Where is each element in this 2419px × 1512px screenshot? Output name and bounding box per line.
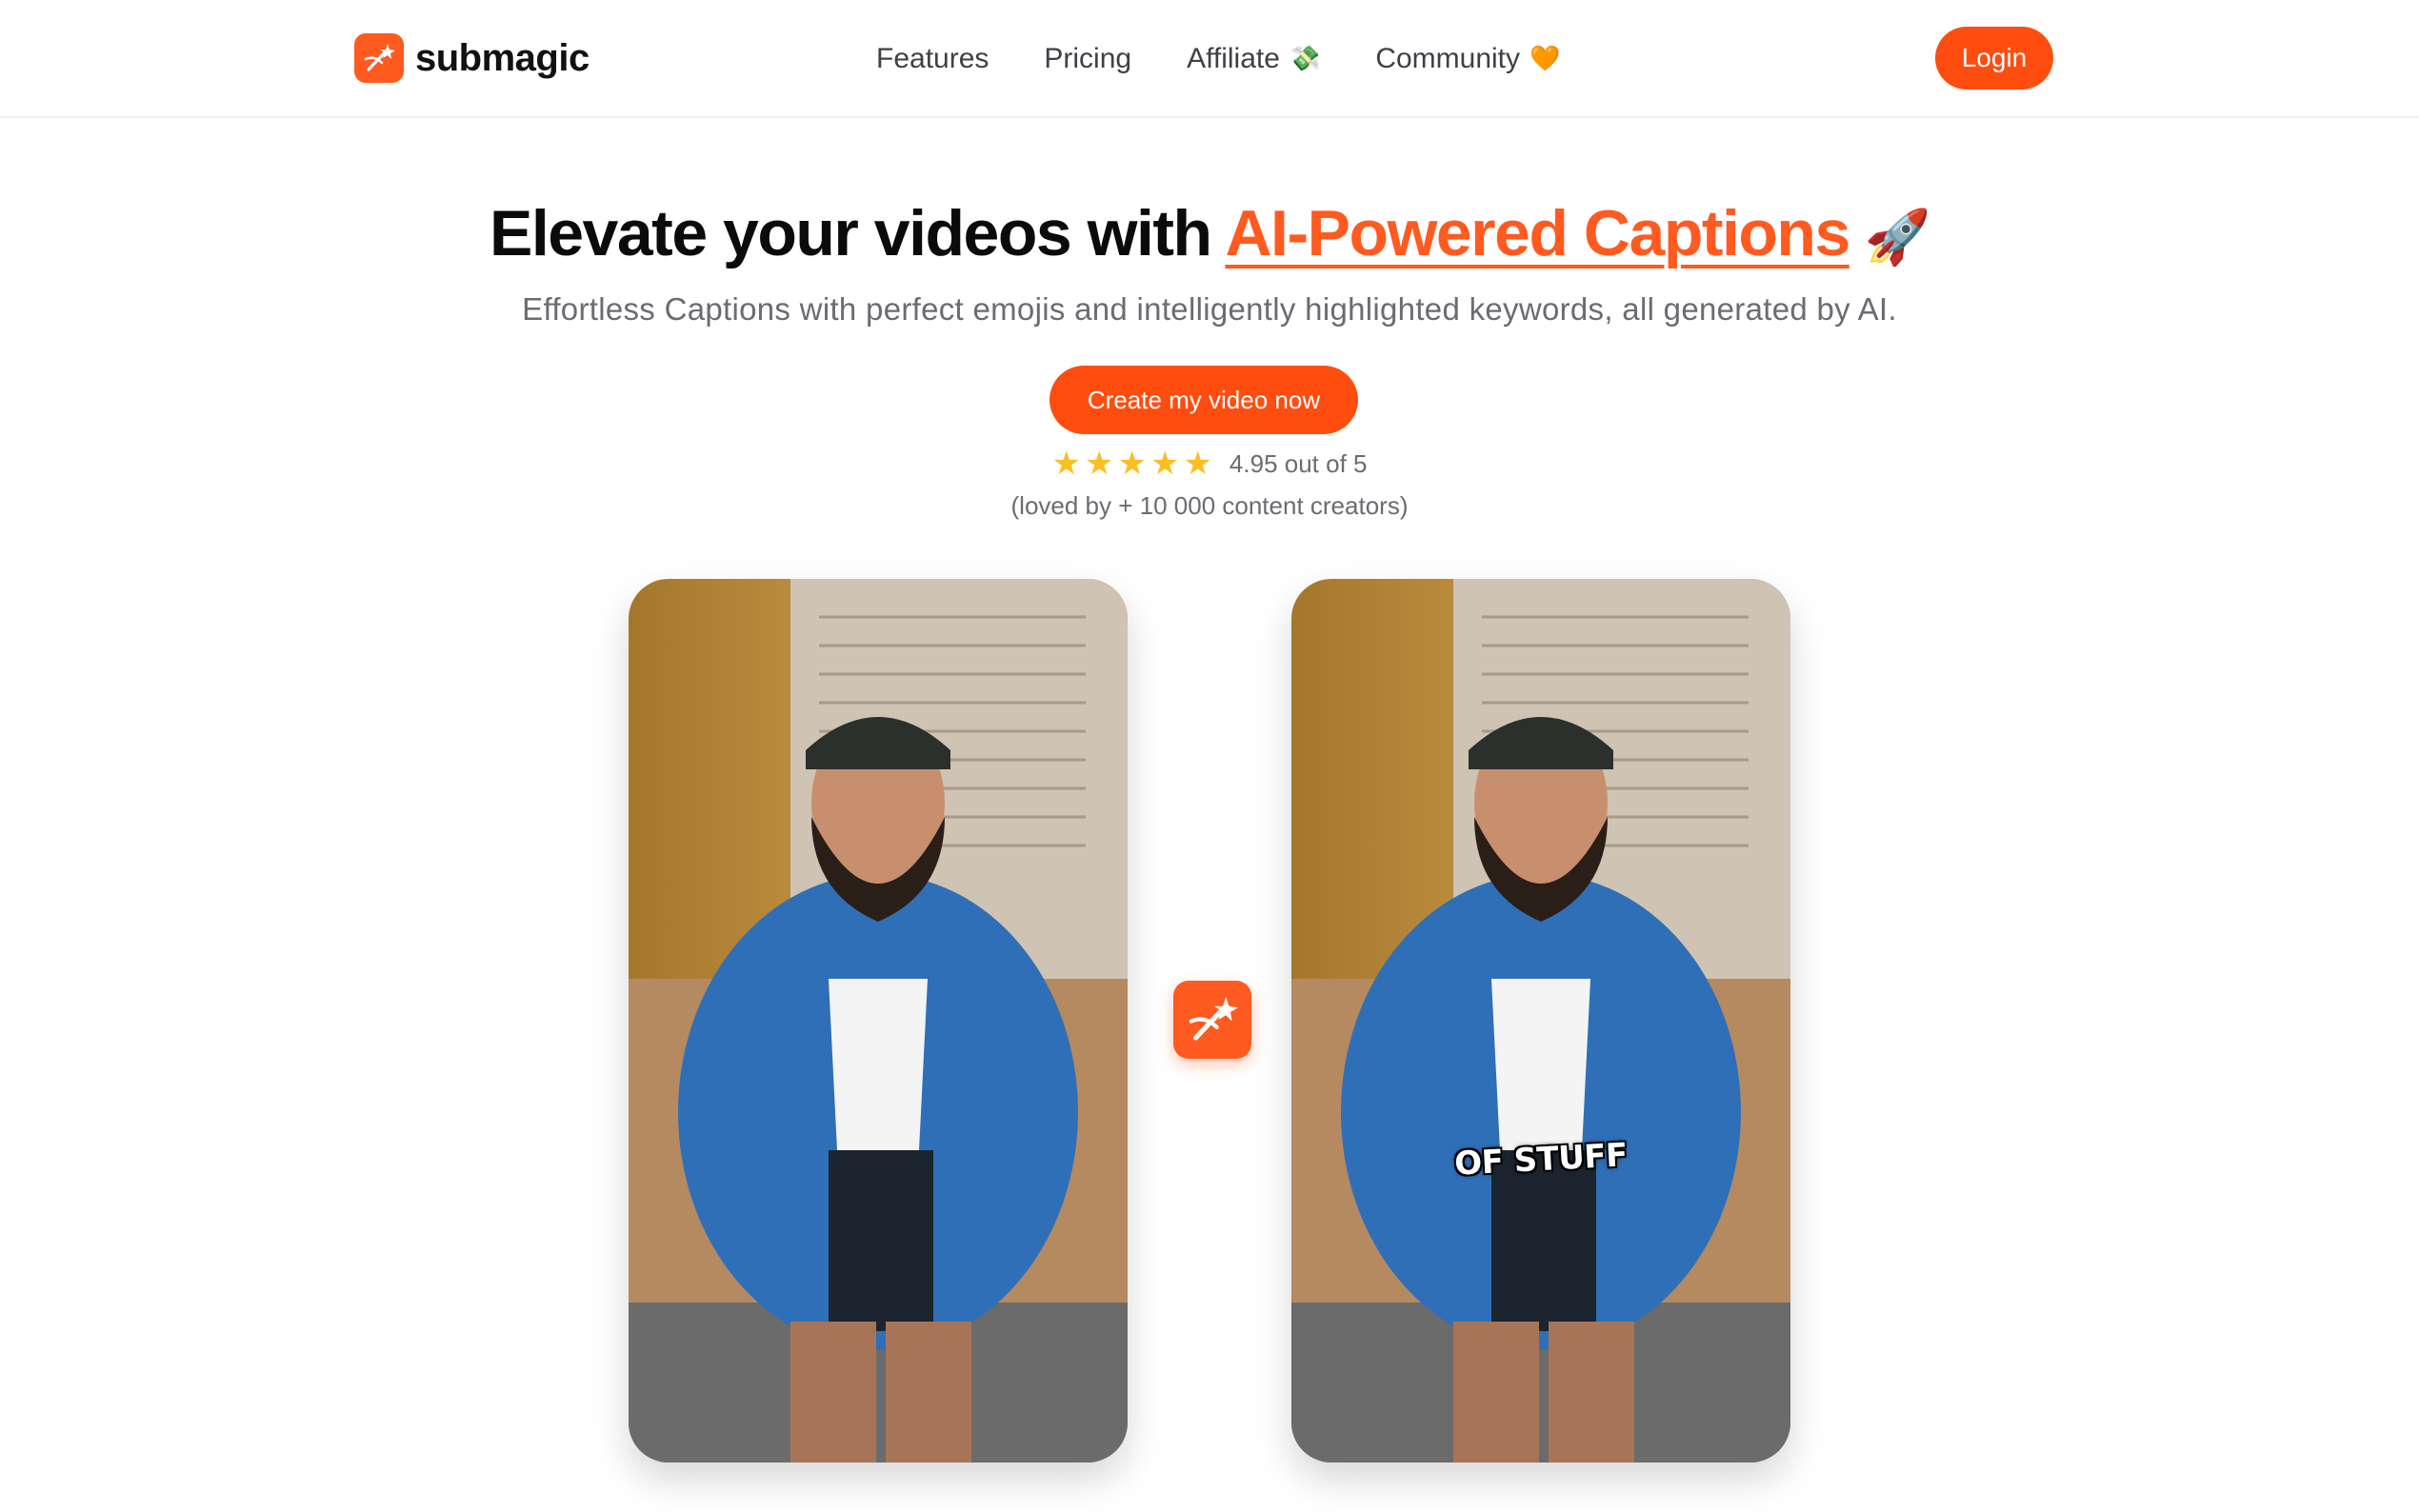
nav-pricing[interactable]: Pricing (1044, 43, 1131, 75)
nav-community[interactable]: Community 🧡 (1375, 43, 1560, 75)
login-button[interactable]: Login (1935, 27, 2053, 90)
brand-name: submagic (415, 36, 590, 79)
orange-heart-icon: 🧡 (1529, 45, 1561, 73)
site-header: submagic Features Pricing Affiliate 💸 Co… (0, 0, 2419, 118)
magic-wand-icon (354, 33, 404, 83)
nav-features[interactable]: Features (876, 43, 989, 75)
brand-logo-link[interactable]: submagic (354, 32, 590, 84)
hero-title: Elevate your videos with AI-Powered Capt… (0, 196, 2419, 270)
magic-wand-badge (1173, 981, 1251, 1059)
nav-affiliate-label: Affiliate (1187, 43, 1280, 74)
hero-subtitle: Effortless Captions with perfect emojis … (522, 291, 1897, 327)
main-nav: Features Pricing Affiliate 💸 Community 🧡 (876, 36, 1560, 82)
rating: ★ ★ ★ ★ ★ 4.95 out of 5 (0, 448, 2419, 480)
rocket-icon: 🚀 (1864, 207, 1931, 269)
nav-pricing-label: Pricing (1044, 43, 1132, 74)
loved-by-text: (loved by + 10 000 content creators) (1010, 491, 1409, 520)
magic-wand-icon (1189, 997, 1238, 1041)
video-frame-image (629, 579, 1128, 1462)
nav-features-label: Features (876, 43, 990, 74)
video-after[interactable]: OF STUFF (1291, 579, 1790, 1462)
rating-stars: ★ ★ ★ ★ ★ (1052, 448, 1212, 480)
video-before[interactable] (629, 579, 1128, 1462)
money-wings-icon: 💸 (1289, 45, 1321, 73)
video-frame-image (1291, 579, 1790, 1462)
hero-title-prefix: Elevate your videos with (489, 197, 1226, 269)
nav-community-label: Community (1375, 43, 1521, 74)
hero-title-highlight: AI-Powered Captions (1225, 197, 1850, 269)
star-icon: ★ (1051, 445, 1081, 483)
star-icon: ★ (1117, 445, 1147, 483)
star-icon: ★ (1084, 445, 1114, 483)
star-icon: ★ (1150, 445, 1180, 483)
star-icon: ★ (1183, 445, 1212, 483)
rating-text: 4.95 out of 5 (1229, 448, 1368, 478)
nav-affiliate[interactable]: Affiliate 💸 (1187, 43, 1320, 75)
create-video-button[interactable]: Create my video now (1050, 366, 1358, 434)
